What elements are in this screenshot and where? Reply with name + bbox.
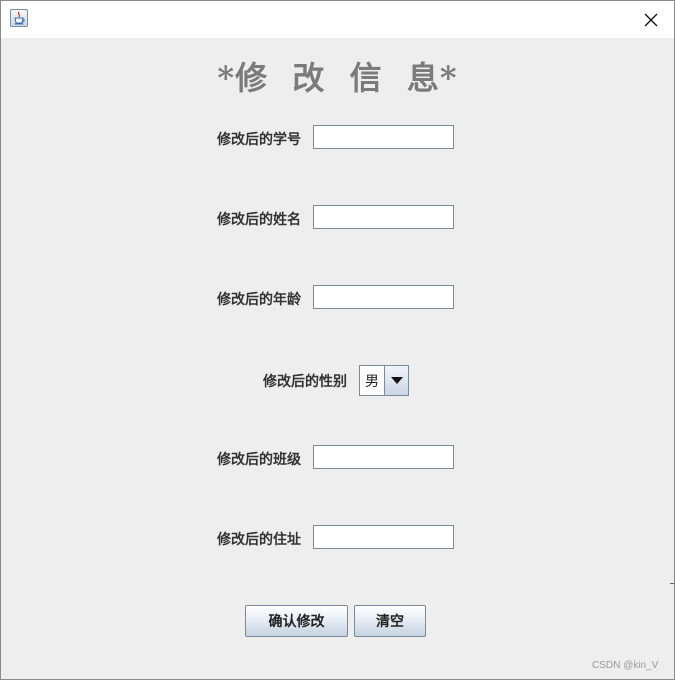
gender-selected-value: 男 — [360, 366, 384, 395]
confirm-edit-button[interactable]: 确认修改 — [245, 605, 348, 637]
close-button[interactable] — [631, 1, 671, 38]
name-label: 修改后的姓名 — [217, 212, 301, 228]
title-bar — [1, 1, 674, 38]
age-label: 修改后的年龄 — [217, 292, 301, 308]
page-title: *修 改 信 息* — [217, 59, 458, 97]
class-label: 修改后的班级 — [217, 452, 301, 468]
watermark: CSDN @kin_V — [592, 660, 659, 671]
name-input[interactable] — [313, 205, 454, 229]
gender-label: 修改后的性别 — [263, 374, 347, 390]
address-input[interactable] — [313, 525, 454, 549]
address-label: 修改后的住址 — [217, 532, 301, 548]
triangle-down-icon — [390, 376, 403, 384]
gender-dropdown-button[interactable] — [384, 366, 408, 395]
clear-button[interactable]: 清空 — [354, 605, 426, 637]
class-input[interactable] — [313, 445, 454, 469]
age-input[interactable] — [313, 285, 454, 309]
java-cup-icon — [10, 9, 28, 27]
edge-divider — [670, 583, 674, 584]
student-id-input[interactable] — [313, 125, 454, 149]
student-id-label: 修改后的学号 — [217, 132, 301, 148]
edit-info-window: *修 改 信 息* 修改后的学号 修改后的姓名 修改后的年龄 修改后的性别 男 … — [0, 0, 675, 680]
gender-select[interactable]: 男 — [359, 365, 409, 396]
close-icon — [644, 13, 658, 26]
